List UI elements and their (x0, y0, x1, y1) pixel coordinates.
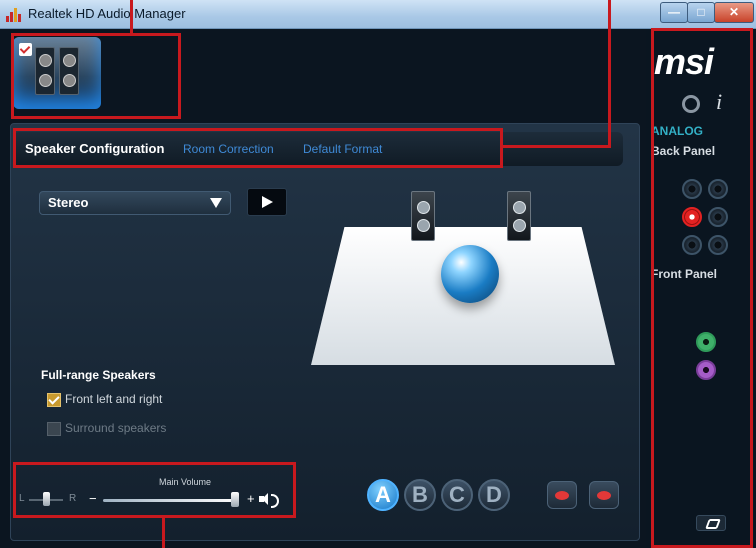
annotation-line-device (130, 0, 133, 34)
annotation-line-volume (162, 517, 165, 548)
annotation-line-tabs-vertical (608, 0, 611, 148)
annotation-box-sidebar (651, 28, 753, 548)
title-bar: Realtek HD Audio Manager — □ ✕ (0, 0, 756, 29)
profile-d-button[interactable]: D (478, 479, 510, 511)
apply-profile-button[interactable] (547, 481, 577, 509)
speaker-mode-value: Stereo (48, 195, 89, 210)
maximize-button[interactable]: □ (687, 2, 715, 23)
profile-a-button[interactable]: A (367, 479, 399, 511)
surround-speakers-label: Surround speakers (65, 421, 167, 435)
annotation-box-tabs (13, 128, 503, 168)
surround-speakers-checkbox (47, 422, 61, 436)
listener-orb (441, 245, 499, 303)
minimize-button[interactable]: — (660, 2, 688, 23)
reset-profile-button[interactable] (589, 481, 619, 509)
profile-b-button[interactable]: B (404, 479, 436, 511)
profile-c-button[interactable]: C (441, 479, 473, 511)
full-range-speakers-title: Full-range Speakers (41, 368, 156, 382)
close-button[interactable]: ✕ (714, 2, 754, 23)
window-title: Realtek HD Audio Manager (28, 6, 186, 21)
realtek-audio-manager-window: Realtek HD Audio Manager — □ ✕ Speaker C… (0, 0, 756, 548)
front-left-right-checkbox[interactable] (47, 393, 61, 407)
dropdown-arrow-icon (210, 198, 222, 208)
front-left-right-label: Front left and right (65, 392, 163, 406)
front-left-speaker-icon[interactable] (411, 191, 435, 241)
speaker-mode-select[interactable]: Stereo (39, 191, 231, 215)
realtek-app-icon (6, 8, 22, 22)
test-play-button[interactable] (247, 188, 287, 216)
annotation-box-volume (13, 462, 296, 518)
annotation-line-tabs-horizontal (501, 145, 611, 148)
front-right-speaker-icon[interactable] (507, 191, 531, 241)
annotation-box-device (11, 33, 181, 119)
